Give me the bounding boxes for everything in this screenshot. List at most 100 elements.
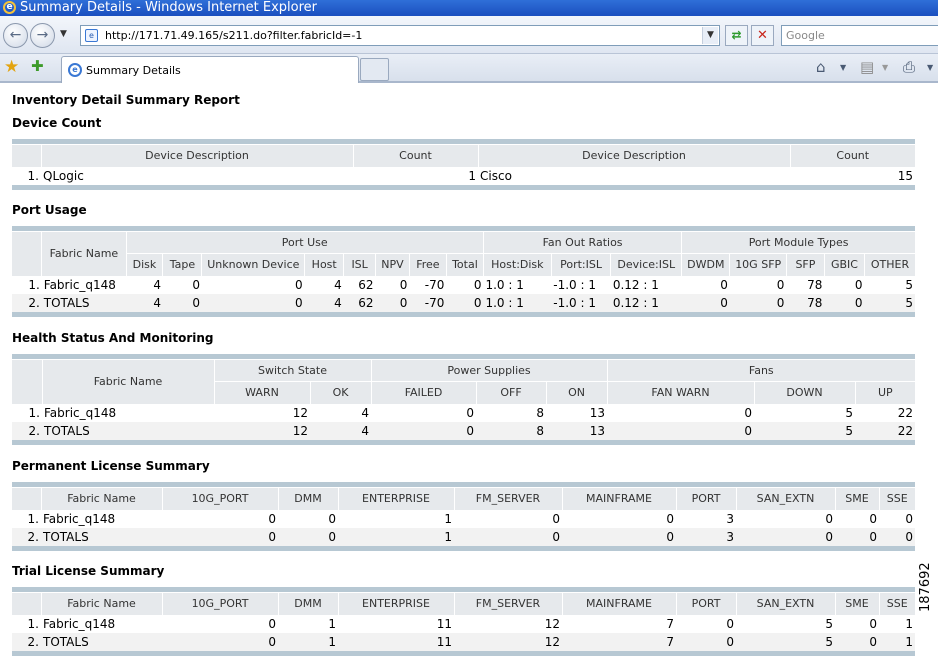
table-cell: 0 (278, 527, 338, 546)
column-header-index (12, 487, 41, 510)
table-cell: 5 (736, 614, 835, 633)
row-index: 1. (12, 509, 41, 528)
column-header: DMM (277, 487, 338, 510)
column-header-index (12, 231, 42, 276)
table-cell: 0 (371, 421, 477, 440)
column-header: FM_SERVER (453, 592, 562, 615)
column-header: FM_SERVER (453, 487, 562, 510)
device-description: QLogic (41, 166, 353, 185)
section-title-device-count: Device Count (12, 116, 102, 130)
column-header: Count (352, 144, 478, 167)
table-cell: -70 (409, 275, 447, 294)
internet-explorer-icon: e (3, 1, 16, 14)
row-index: 2. (12, 421, 42, 440)
back-button[interactable]: ← (3, 23, 28, 48)
column-header: MAINFRAME (561, 592, 676, 615)
column-header: ON (545, 381, 608, 404)
column-header-index (12, 144, 41, 167)
column-header: SSE (878, 592, 915, 615)
row-index: 1. (12, 275, 42, 294)
table-cell: 0 (562, 509, 676, 528)
device-count: 15 (790, 166, 915, 185)
table-cell: 12 (454, 614, 562, 633)
table-row: 1. Fabric_q148 12 4 0 8 13 0 5 22 (12, 403, 916, 422)
table-cell: 0 (375, 293, 410, 312)
table-cell: 1.0 : 1 (483, 293, 552, 312)
favorites-star-icon[interactable]: ★ (4, 57, 19, 77)
table-row: 1. QLogic 1 Cisco 15 (12, 166, 915, 185)
table-cell: 62 (343, 293, 376, 312)
table-cell: 0 (162, 293, 202, 312)
recent-pages-dropdown[interactable]: ▼ (60, 29, 67, 39)
forward-button[interactable]: → (30, 23, 55, 48)
table-row: 2. TOTALS 0 1 11 12 7 0 5 0 1 (12, 632, 915, 651)
table-cell: 5 (864, 293, 915, 312)
navigation-bar: ← → ▼ e http://171.71.49.165/s211.do?fil… (0, 16, 938, 54)
column-header: PORT (675, 487, 736, 510)
table-cell: 0 (454, 509, 562, 528)
table-cell: 7 (562, 632, 676, 651)
table-cell: 0 (162, 614, 278, 633)
new-tab-button[interactable] (360, 58, 389, 81)
column-header: SME (834, 592, 879, 615)
chevron-down-icon[interactable]: ▼ (882, 63, 888, 83)
fabric-name: Fabric_q148 (41, 614, 162, 633)
add-favorite-icon[interactable]: ✚ (31, 57, 44, 75)
stop-button[interactable]: ✕ (751, 25, 774, 46)
column-header: Unknown Device (201, 253, 305, 276)
table-cell: 1 (338, 527, 454, 546)
table-cell: 0.12 : 1 (610, 275, 682, 294)
table-cell: 62 (343, 275, 376, 294)
column-header-index (12, 592, 41, 615)
section-title-permanent-license: Permanent License Summary (12, 459, 210, 473)
home-icon[interactable]: ⌂ (816, 58, 826, 78)
address-url[interactable]: http://171.71.49.165/s211.do?filter.fabr… (105, 29, 362, 42)
permanent-license-table: Fabric Name 10G_PORT DMM ENTERPRISE FM_SERVE… (12, 482, 915, 551)
table-cell: 0 (454, 527, 562, 546)
table-cell: 0 (729, 275, 787, 294)
table-cell: 4 (310, 421, 372, 440)
table-cell: 0 (681, 293, 730, 312)
table-cell: 0 (607, 403, 755, 422)
column-header: ENTERPRISE (337, 487, 454, 510)
table-cell: 5 (754, 421, 856, 440)
column-header: DMM (277, 592, 338, 615)
table-cell: 0 (162, 275, 202, 294)
table-cell: 78 (786, 275, 825, 294)
table-cell: 0 (676, 614, 736, 633)
device-description: Cisco (478, 166, 790, 185)
fabric-name: Fabric_q148 (41, 275, 126, 294)
print-icon[interactable]: ⎙ (903, 58, 915, 78)
chevron-down-icon[interactable]: ▼ (840, 63, 846, 83)
table-cell: 8 (476, 403, 547, 422)
window-titlebar: e Summary Details - Windows Internet Exp… (0, 0, 938, 16)
table-cell: 0 (879, 509, 915, 528)
column-header: Device Description (477, 144, 790, 167)
table-cell: 0 (278, 509, 338, 528)
arrow-right-icon: → (36, 27, 49, 43)
arrow-left-icon: ← (9, 27, 22, 43)
report-title: Inventory Detail Summary Report (12, 93, 240, 107)
search-input[interactable]: Google (781, 25, 938, 46)
table-cell: 0.12 : 1 (610, 293, 682, 312)
table-row: 1. Fabric_q148 4 0 0 4 62 0 -70 0 1.0 : 1 -1.0 : 10… (12, 275, 915, 294)
table-cell: 8 (476, 421, 547, 440)
table-cell: 1 (278, 632, 338, 651)
address-dropdown-button[interactable]: ▼ (702, 27, 718, 44)
table-cell: 0 (681, 275, 730, 294)
column-header: 10G SFP (729, 253, 787, 276)
tab-summary-details[interactable]: e Summary Details (61, 56, 359, 83)
table-cell: 22 (855, 403, 916, 422)
column-header: Tape (162, 253, 202, 276)
group-header: Port Module Types (681, 231, 915, 254)
device-count-table: Device Description Count Device Descript… (12, 139, 915, 190)
column-header: UP (854, 381, 916, 404)
address-bar[interactable]: e http://171.71.49.165/s211.do?filter.fa… (80, 25, 720, 46)
chevron-down-icon[interactable]: ▼ (927, 63, 933, 83)
table-cell: 5 (736, 632, 835, 651)
section-title-trial-license: Trial License Summary (12, 564, 165, 578)
refresh-button[interactable]: ⇄ (725, 25, 748, 46)
table-cell: -1.0 : 1 (551, 275, 611, 294)
fabric-name: Fabric_q148 (41, 509, 162, 528)
feeds-icon[interactable]: ▤ (860, 58, 874, 78)
